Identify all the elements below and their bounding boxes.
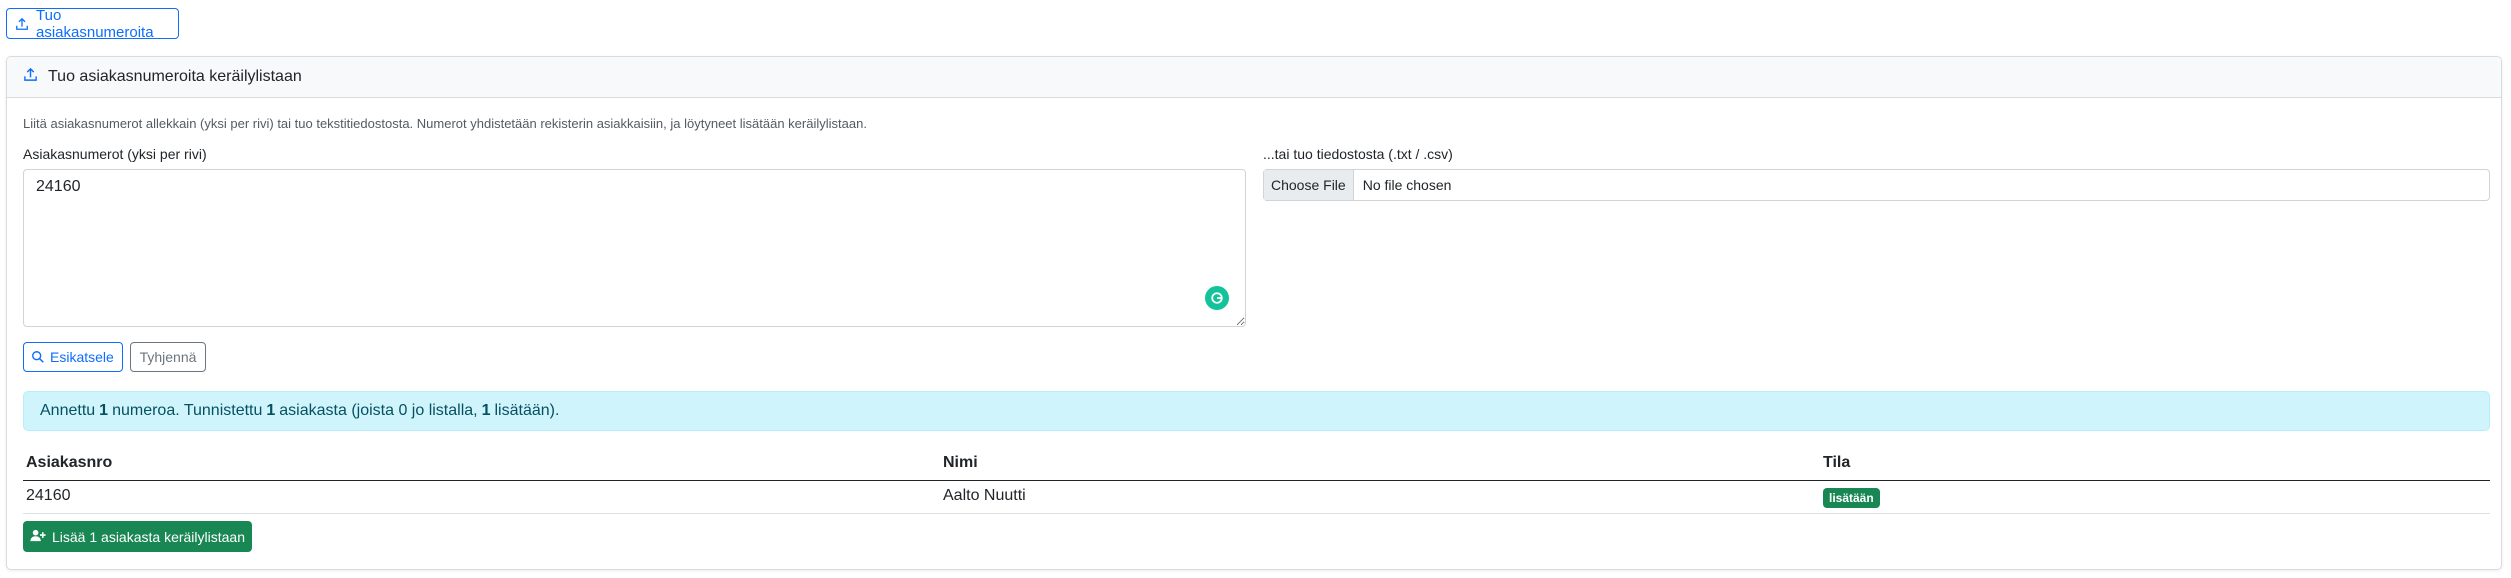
import-button-label: Tuo asiakasnumeroita <box>36 6 154 41</box>
summary-alert: Annettu 1 numeroa. Tunnistettu 1 asiakas… <box>23 391 2490 431</box>
cell-name: Aalto Nuutti <box>943 487 1026 504</box>
import-card: Tuo asiakasnumeroita keräilylistaan Liit… <box>6 56 2502 570</box>
file-input[interactable]: Choose File No file chosen <box>1263 169 2490 201</box>
grammarly-icon[interactable] <box>1205 286 1229 310</box>
status-badge: lisätään <box>1823 488 1880 508</box>
column-header-customer-number: Asiakasnro <box>26 454 113 471</box>
table-row-divider <box>23 513 2490 514</box>
given-count: 1 <box>99 402 109 419</box>
numbers-label: Asiakasnumerot (yksi per rivi) <box>23 146 207 162</box>
upload-icon <box>23 67 38 87</box>
clear-button[interactable]: Tyhjennä <box>130 342 206 372</box>
to-add-count: 1 <box>481 402 491 419</box>
choose-file-button[interactable]: Choose File <box>1264 170 1354 200</box>
summary-text: numeroa. Tunnistettu <box>112 402 263 419</box>
table-header-divider <box>23 480 2490 481</box>
add-to-picking-list-button[interactable]: Lisää 1 asiakasta keräilylistaan <box>23 521 252 552</box>
cell-customer-number: 24160 <box>26 487 71 504</box>
column-header-name: Nimi <box>943 454 978 471</box>
preview-button[interactable]: Esikatsele <box>23 342 123 372</box>
customer-numbers-textarea[interactable]: 24160 <box>23 169 1246 327</box>
column-header-status: Tila <box>1823 454 1851 471</box>
user-plus-icon <box>30 529 46 545</box>
upload-icon <box>15 17 29 31</box>
summary-text: Annettu <box>40 402 96 419</box>
recognized-count: 1 <box>266 402 276 419</box>
add-button-label: Lisää 1 asiakasta keräilylistaan <box>52 528 245 545</box>
file-label: ...tai tuo tiedostosta (.txt / .csv) <box>1263 146 1453 162</box>
card-header: Tuo asiakasnumeroita keräilylistaan <box>7 57 2501 98</box>
summary-text: asiakasta (joista 0 jo listalla, <box>279 402 478 419</box>
summary-text: lisätään). <box>494 402 560 419</box>
help-text: Liitä asiakasnumerot allekkain (yksi per… <box>23 116 867 131</box>
clear-button-label: Tyhjennä <box>139 349 197 365</box>
preview-button-label: Esikatsele <box>50 349 114 365</box>
import-customer-numbers-button[interactable]: Tuo asiakasnumeroita <box>6 6 179 41</box>
card-title: Tuo asiakasnumeroita keräilylistaan <box>48 68 302 85</box>
search-icon <box>31 350 45 364</box>
file-status: No file chosen <box>1362 177 1452 193</box>
